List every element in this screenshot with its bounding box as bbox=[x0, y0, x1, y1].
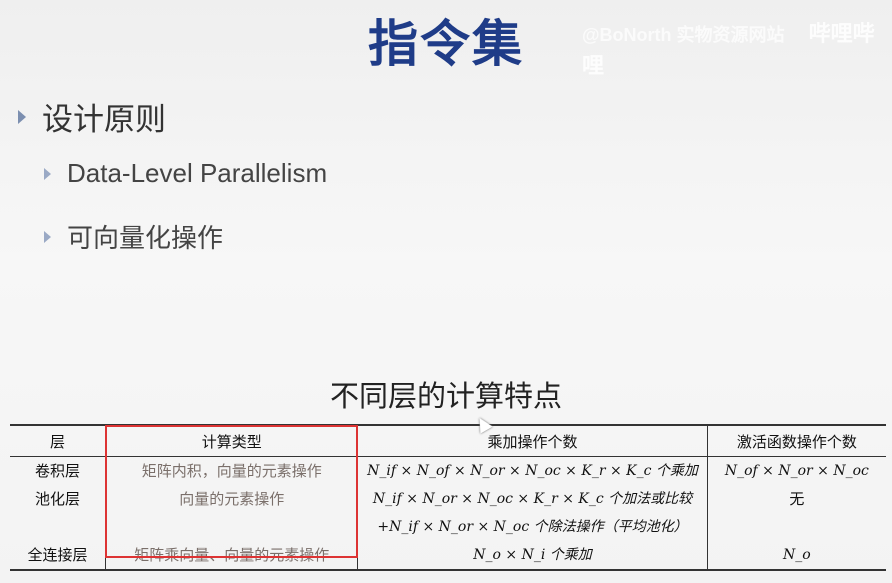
cell-layer: 池化层 bbox=[10, 485, 107, 513]
bullet-text: Data-Level Parallelism bbox=[67, 158, 328, 188]
cell-act: N_o bbox=[707, 541, 886, 571]
watermark: @BoNorth 实物资源网站 哔哩哔哩 bbox=[582, 16, 892, 80]
bullet-text: 可向量化操作 bbox=[67, 224, 224, 254]
cell-act: 无 bbox=[789, 490, 805, 508]
table-title: 不同层的计算特点 bbox=[329, 379, 562, 413]
bullet-level2: 可向量化操作 bbox=[44, 218, 223, 255]
bullet-level1: 设计原则 bbox=[18, 94, 166, 139]
cell-mac: N_o × N_i 个乘加 bbox=[357, 541, 708, 571]
cell-layer: 全连接层 bbox=[10, 541, 107, 571]
bullet-level2: Data-Level Parallelism bbox=[44, 158, 327, 189]
cell-layer: 卷积层 bbox=[10, 456, 107, 485]
bullet-triangle-icon bbox=[44, 230, 51, 243]
bullet-triangle-icon bbox=[18, 109, 26, 124]
cell-compute bbox=[105, 513, 359, 541]
table-row: 池化层 向量的元素操作 N_if × N_or × N_oc × K_r × K… bbox=[10, 485, 886, 513]
table-header-row: 层 计算类型 乘加操作个数 激活函数操作个数 bbox=[10, 424, 886, 457]
cell-layer bbox=[10, 513, 107, 541]
cell-compute: 矩阵内积，向量的元素操作 bbox=[105, 456, 359, 485]
column-header: 激活函数操作个数 bbox=[707, 424, 886, 457]
column-header: 层 bbox=[10, 424, 107, 457]
cell-mac: N_if × N_or × N_oc × K_r × K_c 个加法或比较 bbox=[357, 485, 708, 513]
cell-act: N_of × N_or × N_oc bbox=[724, 463, 869, 479]
watermark-text: @BoNorth 实物资源网站 bbox=[582, 25, 785, 45]
column-header: 乘加操作个数 bbox=[357, 424, 708, 457]
cell-mac: N_if × N_of × N_or × N_oc × K_r × K_c 个乘… bbox=[357, 456, 708, 485]
column-header: 计算类型 bbox=[105, 424, 359, 457]
cell-mac: +N_if × N_or × N_oc 个除法操作（平均池化） bbox=[357, 513, 708, 541]
table-row: +N_if × N_or × N_oc 个除法操作（平均池化） bbox=[10, 513, 886, 541]
table-row: 全连接层 矩阵乘向量、向量的元素操作 N_o × N_i 个乘加 N_o bbox=[10, 541, 886, 571]
table-row: 卷积层 矩阵内积，向量的元素操作 N_if × N_of × N_or × N_… bbox=[10, 456, 886, 485]
bullet-triangle-icon bbox=[44, 167, 51, 180]
cell-compute: 矩阵乘向量、向量的元素操作 bbox=[105, 541, 359, 571]
cell-act bbox=[707, 513, 886, 541]
bullet-text: 设计原则 bbox=[42, 102, 166, 138]
cell-compute: 向量的元素操作 bbox=[105, 485, 359, 513]
compute-table: 层 计算类型 乘加操作个数 激活函数操作个数 卷积层 矩阵内积，向量的元素操作 … bbox=[10, 424, 886, 571]
